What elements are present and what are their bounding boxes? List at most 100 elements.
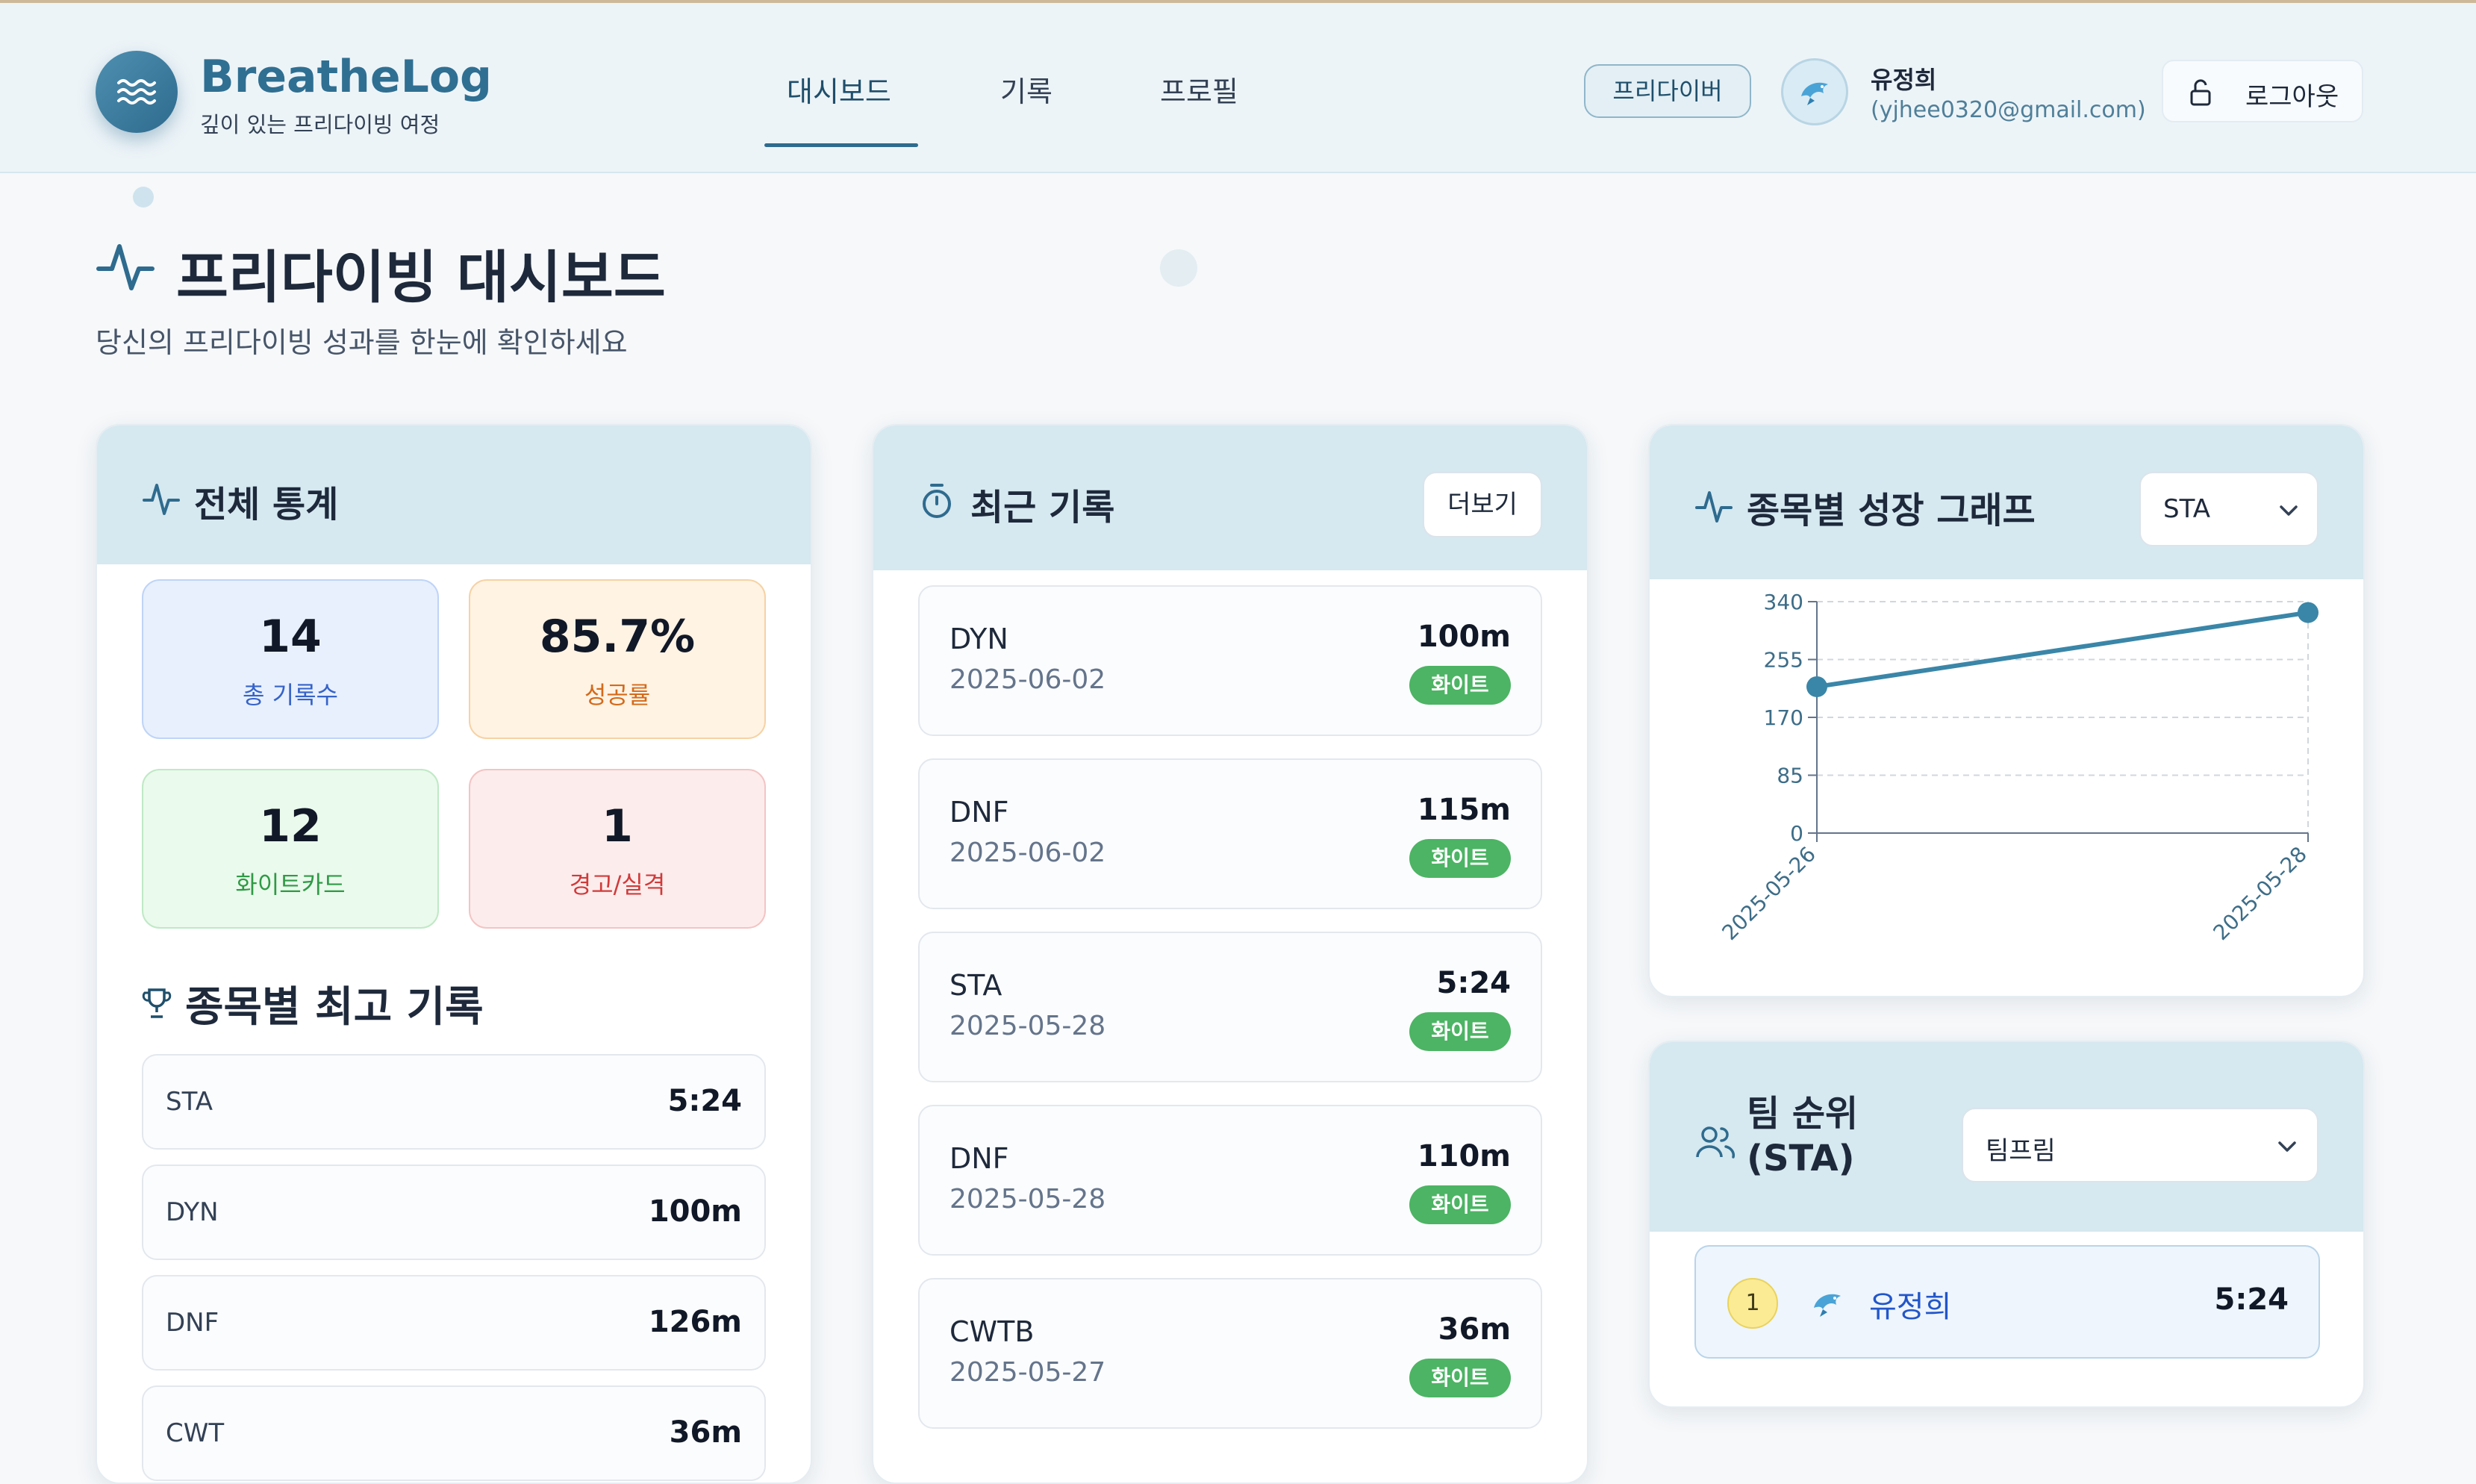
record-value: 5:24 bbox=[1436, 966, 1512, 1000]
event-value: 100m bbox=[648, 1194, 742, 1229]
record-value: 36m bbox=[1438, 1312, 1511, 1347]
member-record: 5:24 bbox=[2214, 1282, 2289, 1317]
logout-button[interactable]: 로그아웃 bbox=[2162, 60, 2363, 122]
activity-icon bbox=[96, 244, 155, 290]
user-name: 유정희 bbox=[1871, 66, 1937, 94]
white-card-badge: 화이트 bbox=[1409, 1359, 1511, 1397]
brand-tagline: 깊이 있는 프리다이빙 여정 bbox=[200, 112, 440, 137]
decorative-bubble bbox=[1160, 249, 1197, 287]
select-value: 팀프림 bbox=[1986, 1136, 2056, 1166]
team-select[interactable]: 팀프림 bbox=[1962, 1108, 2318, 1182]
record-date: 2025-05-27 bbox=[949, 1357, 1106, 1388]
card-header: 전체 통계 bbox=[97, 425, 811, 564]
stat-white-cards: 12 화이트카드 bbox=[142, 769, 439, 929]
growth-line-chart: 0 85 170 255 340 2025-05-26 2025-05-28 bbox=[1718, 590, 2318, 945]
users-icon bbox=[1696, 1126, 1736, 1159]
unlock-icon bbox=[2190, 79, 2211, 106]
event-select[interactable]: STA bbox=[2139, 472, 2318, 546]
card-header: 종목별 성장 그래프 STA bbox=[1650, 425, 2363, 579]
member-name[interactable]: 유정희 bbox=[1869, 1282, 1951, 1326]
stat-label: 성공률 bbox=[584, 681, 651, 709]
team-ranking-card: 팀 순위 (STA) 팀프림 1 유정희 5:24 bbox=[1648, 1041, 2365, 1408]
card-title: 전체 통계 bbox=[194, 484, 339, 526]
growth-chart-card: 종목별 성장 그래프 STA 0 85 170 255 340 2025-05-26 202… bbox=[1648, 424, 2365, 997]
rank-row[interactable]: 1 유정희 5:24 bbox=[1694, 1245, 2320, 1359]
page-subtitle: 당신의 프리다이빙 성과를 한눈에 확인하세요 bbox=[96, 326, 628, 359]
record-date: 2025-05-28 bbox=[949, 1184, 1106, 1215]
chevron-down-icon bbox=[2280, 505, 2298, 516]
event-name: DNF bbox=[166, 1308, 219, 1338]
event-value: 5:24 bbox=[667, 1084, 743, 1118]
nav-active-indicator bbox=[764, 143, 918, 147]
record-row[interactable]: DNF 2025-06-02 115m 화이트 bbox=[918, 758, 1542, 909]
stat-value: 85.7% bbox=[539, 611, 696, 663]
more-button[interactable]: 더보기 bbox=[1423, 472, 1542, 537]
stat-value: 1 bbox=[602, 800, 633, 852]
nav-records[interactable]: 기록 bbox=[1000, 69, 1053, 110]
event-name: DYN bbox=[166, 1197, 219, 1227]
y-tick-label: 0 bbox=[1790, 821, 1803, 846]
card-title: 종목별 성장 그래프 bbox=[1747, 490, 2036, 531]
rank-number: 1 bbox=[1727, 1278, 1778, 1329]
user-email: (yjhee0320@gmail.com) bbox=[1871, 97, 2146, 123]
best-record-row[interactable]: CWT 36m bbox=[142, 1385, 766, 1481]
best-record-row[interactable]: DYN 100m bbox=[142, 1165, 766, 1260]
series-line bbox=[1816, 610, 2309, 689]
logout-label: 로그아웃 bbox=[2245, 82, 2339, 112]
stopwatch-icon bbox=[923, 484, 951, 518]
logo-waves-icon[interactable] bbox=[96, 51, 178, 133]
record-date: 2025-05-28 bbox=[949, 1011, 1106, 1041]
white-card-badge: 화이트 bbox=[1409, 1012, 1511, 1051]
record-row[interactable]: DNF 2025-05-28 110m 화이트 bbox=[918, 1105, 1542, 1256]
card-subtitle: (STA) bbox=[1747, 1138, 1855, 1179]
y-tick-label: 170 bbox=[1764, 705, 1803, 730]
record-date: 2025-06-02 bbox=[949, 664, 1106, 695]
chevron-down-icon bbox=[2278, 1141, 2296, 1152]
card-header: 팀 순위 (STA) 팀프림 bbox=[1650, 1042, 2363, 1232]
event-name: DNF bbox=[949, 796, 1009, 829]
dolphin-icon bbox=[1801, 82, 1828, 105]
y-tick-label: 255 bbox=[1764, 648, 1803, 673]
event-name: STA bbox=[166, 1087, 213, 1117]
stat-value: 12 bbox=[259, 800, 322, 852]
white-card-badge: 화이트 bbox=[1409, 666, 1511, 705]
select-value: STA bbox=[2163, 494, 2210, 524]
record-row[interactable]: CWTB 2025-05-27 36m 화이트 bbox=[918, 1278, 1542, 1429]
stat-label: 화이트카드 bbox=[235, 870, 346, 899]
best-records-title: 종목별 최고 기록 bbox=[185, 983, 484, 1032]
top-navigation-bar: BreatheLog 깊이 있는 프리다이빙 여정 대시보드 기록 프로필 프리… bbox=[0, 0, 2476, 173]
activity-icon bbox=[143, 484, 180, 515]
y-tick-label: 340 bbox=[1764, 590, 1803, 614]
avatar[interactable] bbox=[1781, 58, 1848, 125]
record-value: 110m bbox=[1417, 1139, 1511, 1173]
stat-label: 총 기록수 bbox=[243, 681, 338, 709]
nav-dashboard[interactable]: 대시보드 bbox=[787, 69, 891, 110]
brand-name[interactable]: BreatheLog bbox=[200, 51, 492, 103]
data-point bbox=[1806, 676, 1827, 697]
activity-icon bbox=[1695, 491, 1733, 523]
data-point bbox=[2298, 602, 2318, 623]
record-row[interactable]: STA 2025-05-28 5:24 화이트 bbox=[918, 932, 1542, 1082]
card-header: 최근 기록 더보기 bbox=[873, 425, 1587, 570]
record-date: 2025-06-02 bbox=[949, 838, 1106, 868]
stat-success-rate: 85.7% 성공률 bbox=[469, 579, 766, 739]
decorative-bubble bbox=[133, 187, 154, 208]
nav-profile[interactable]: 프로필 bbox=[1160, 69, 1238, 110]
white-card-badge: 화이트 bbox=[1409, 839, 1511, 878]
event-name: DNF bbox=[949, 1142, 1009, 1175]
stat-value: 14 bbox=[259, 611, 322, 663]
best-record-row[interactable]: DNF 126m bbox=[142, 1275, 766, 1371]
event-name: DYN bbox=[949, 623, 1008, 655]
trophy-icon bbox=[142, 988, 172, 1018]
record-value: 100m bbox=[1417, 620, 1511, 654]
white-card-badge: 화이트 bbox=[1409, 1185, 1511, 1224]
event-name: STA bbox=[949, 969, 1002, 1002]
role-badge: 프리다이버 bbox=[1584, 64, 1751, 118]
best-record-row[interactable]: STA 5:24 bbox=[142, 1054, 766, 1150]
card-title: 팀 순위 bbox=[1747, 1093, 1859, 1135]
record-row[interactable]: DYN 2025-06-02 100m 화이트 bbox=[918, 585, 1542, 736]
y-tick-label: 85 bbox=[1777, 764, 1803, 788]
event-value: 36m bbox=[669, 1415, 742, 1450]
x-tick-label: 2025-05-28 bbox=[2209, 842, 2312, 945]
card-title: 최근 기록 bbox=[970, 487, 1115, 529]
